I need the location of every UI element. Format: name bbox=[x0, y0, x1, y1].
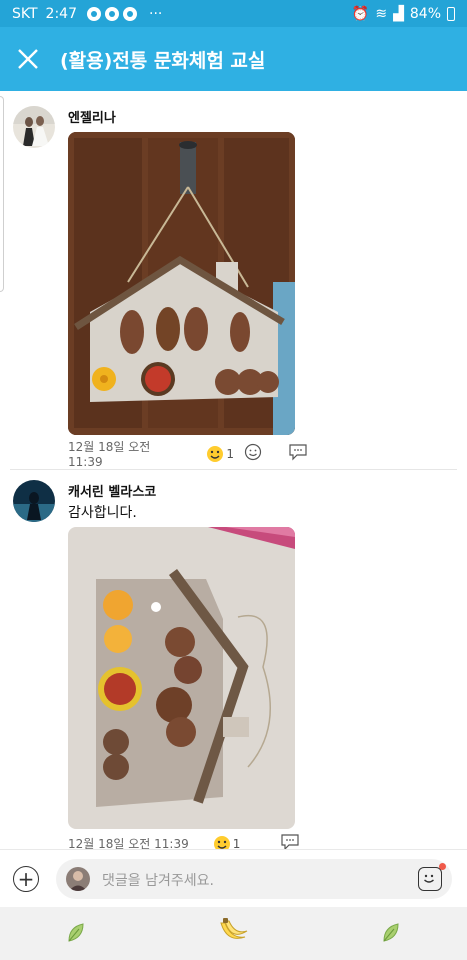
comment-divider bbox=[10, 469, 457, 470]
avatar[interactable] bbox=[13, 480, 55, 522]
comment-text: 감사합니다. bbox=[68, 505, 137, 521]
time-label: 2:47 bbox=[45, 5, 77, 22]
emoji-reaction[interactable]: 1 bbox=[213, 835, 241, 850]
comment-meta: 12월 18일 오전 11:39 1 bbox=[68, 438, 308, 469]
close-icon[interactable] bbox=[0, 27, 56, 91]
laughing-emoji-icon bbox=[207, 445, 224, 462]
battery-label: 84% bbox=[409, 5, 441, 22]
comment-placeholder: 댓글을 남겨주세요. bbox=[102, 873, 214, 889]
alarm-icon: ⏰ bbox=[351, 5, 370, 22]
notification-icon bbox=[87, 6, 101, 21]
status-bar: SKT 2:47 ··· ⏰ ≋ ▟ 84% bbox=[0, 0, 467, 27]
avatar[interactable] bbox=[13, 106, 55, 148]
notification-icon bbox=[123, 6, 137, 21]
battery-icon bbox=[447, 6, 455, 21]
banana-icon[interactable] bbox=[217, 917, 249, 951]
notification-icon bbox=[105, 6, 119, 21]
emoji-reaction[interactable]: 1 bbox=[206, 445, 234, 463]
comment-date: 12월 18일 오전 11:39 bbox=[68, 440, 151, 469]
add-reaction-icon[interactable] bbox=[244, 443, 262, 464]
comment-photo[interactable] bbox=[68, 527, 295, 829]
comment-photo[interactable] bbox=[68, 132, 295, 435]
wifi-icon: ≋ bbox=[375, 5, 388, 22]
app-bar: (활용)전통 문화체험 교실 bbox=[0, 27, 467, 91]
scrollbar[interactable] bbox=[0, 96, 4, 292]
emoji-count: 1 bbox=[232, 836, 241, 850]
reply-icon[interactable] bbox=[288, 443, 308, 464]
reply-icon[interactable] bbox=[280, 833, 300, 849]
notification-dot bbox=[439, 863, 446, 870]
comment-input[interactable]: 댓글을 남겨주세요. bbox=[56, 859, 452, 899]
bottom-nav bbox=[0, 907, 467, 960]
more-icon: ··· bbox=[149, 5, 163, 22]
laughing-emoji-icon bbox=[213, 835, 230, 849]
signal-icon: ▟ bbox=[393, 5, 404, 22]
page-title: (활용)전통 문화체험 교실 bbox=[60, 49, 266, 72]
plus-circle-icon[interactable]: + bbox=[13, 866, 39, 892]
comment-meta: 12월 18일 오전 11:39 1 bbox=[68, 833, 308, 849]
emoji-count: 1 bbox=[226, 446, 234, 461]
comment-author[interactable]: 엔젤리나 bbox=[68, 107, 116, 126]
emoji-icon[interactable] bbox=[418, 863, 446, 891]
comments-list[interactable]: 엔젤리나 12월 18일 오전 11:39 1 캐서린 벨라스코 감사합니다. … bbox=[0, 91, 467, 849]
leaf-icon[interactable] bbox=[381, 921, 401, 947]
comment-composer: + 댓글을 남겨주세요. bbox=[0, 849, 467, 907]
comment-date: 12월 18일 오전 11:39 bbox=[68, 837, 189, 849]
avatar bbox=[66, 867, 90, 891]
leaf-icon[interactable] bbox=[66, 921, 86, 947]
comment-author[interactable]: 캐서린 벨라스코 bbox=[68, 481, 156, 500]
carrier-label: SKT bbox=[12, 5, 38, 22]
